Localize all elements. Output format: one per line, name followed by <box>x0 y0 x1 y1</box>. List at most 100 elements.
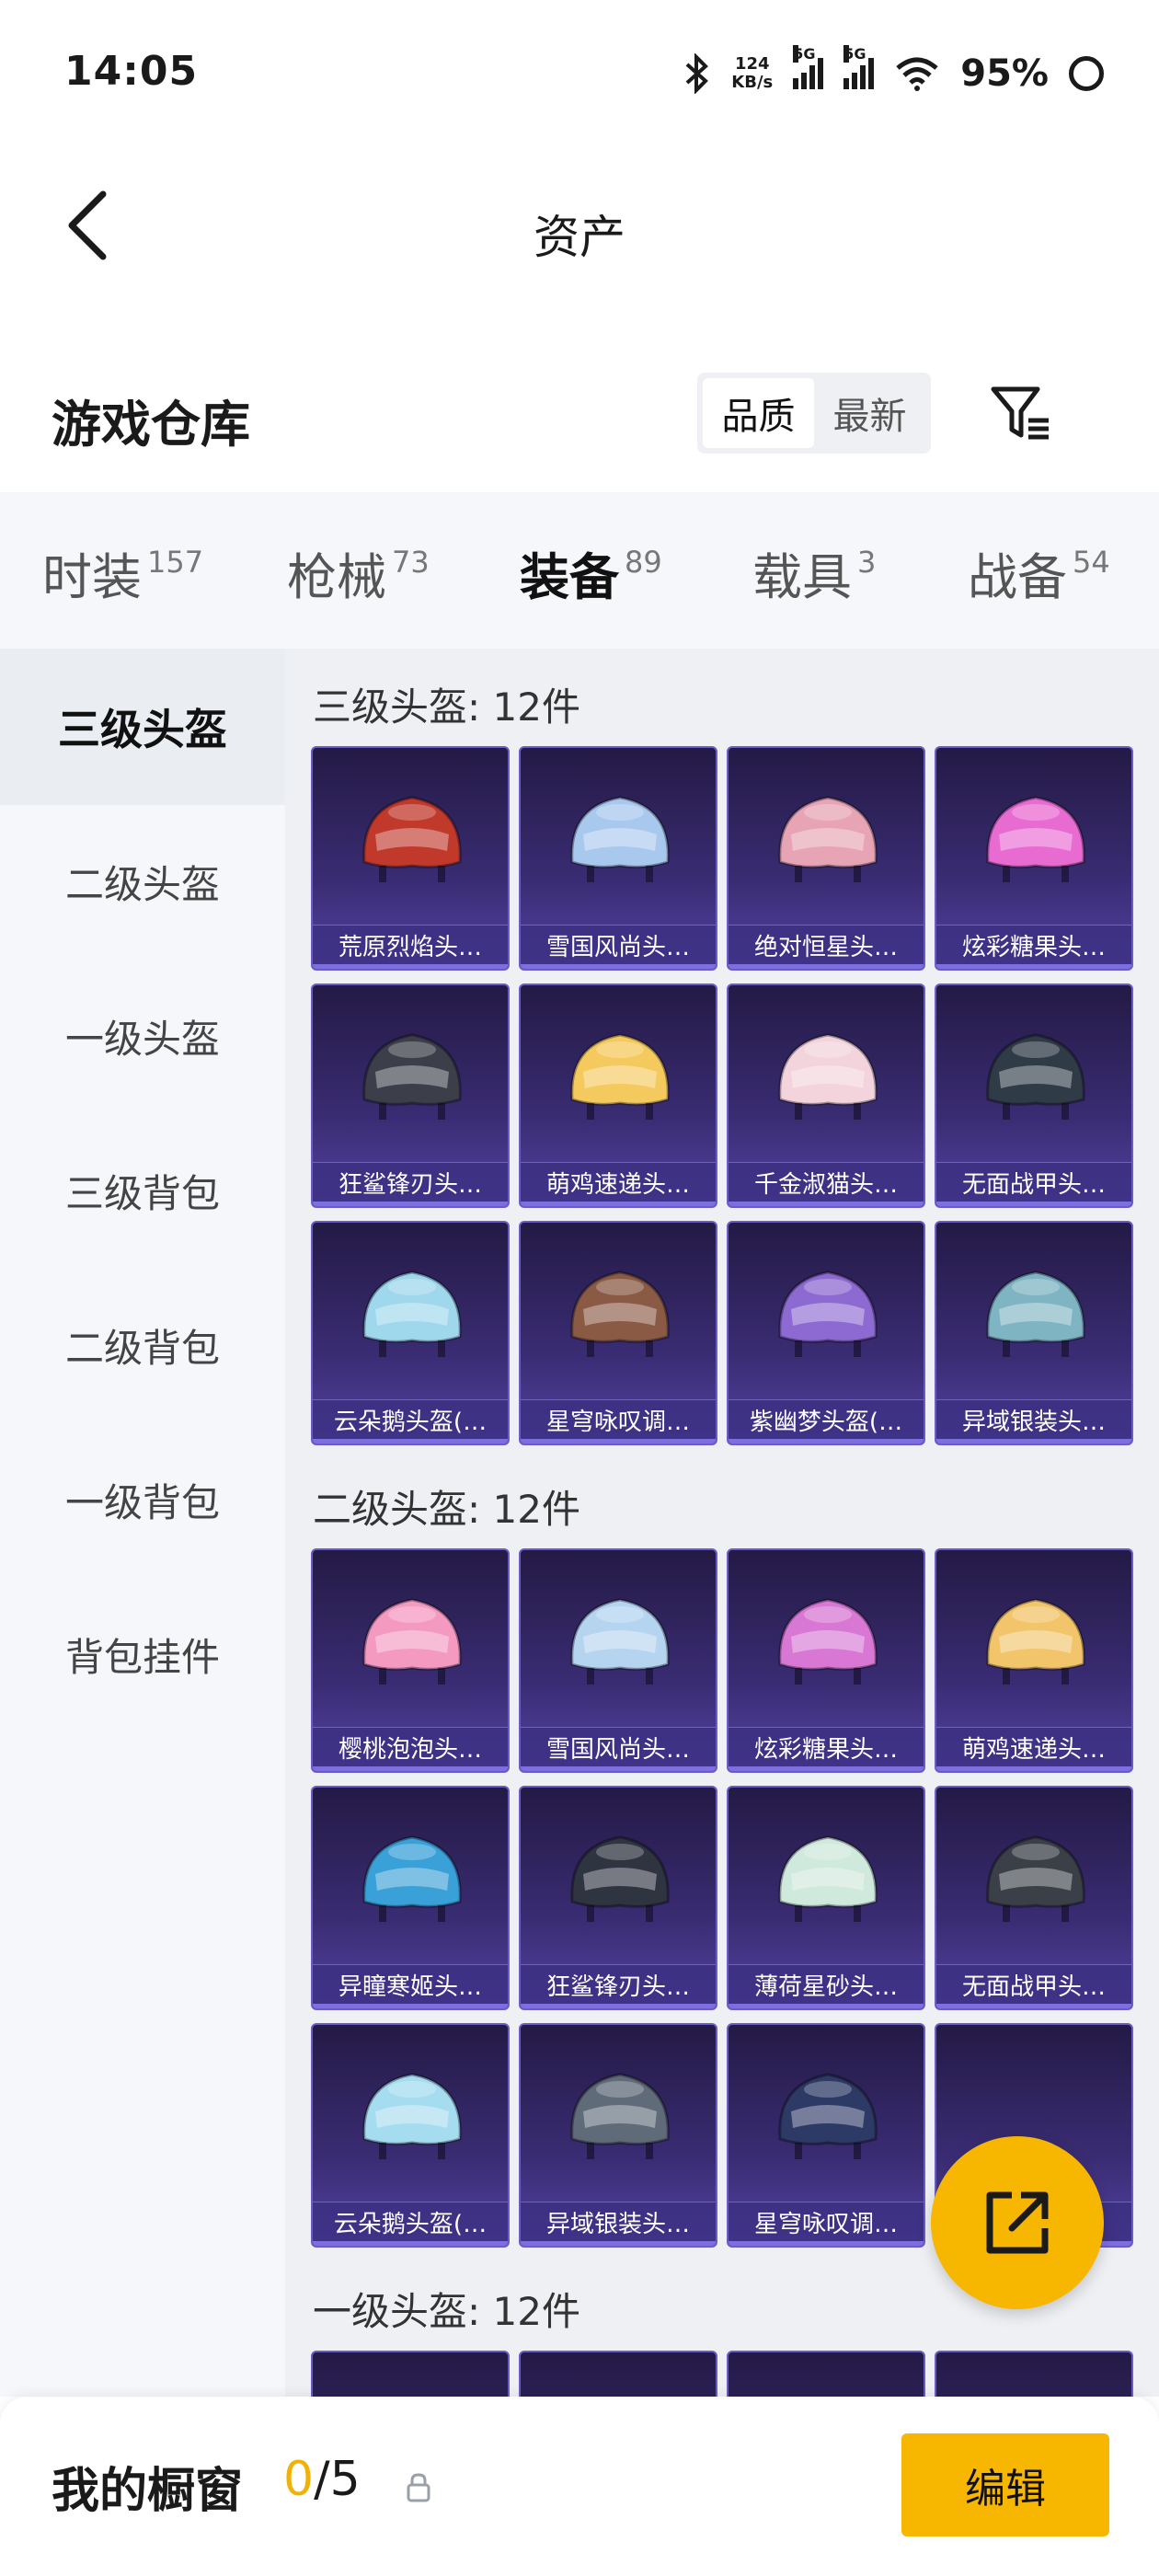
showcase-count-current: 0 <box>283 2452 315 2507</box>
helmet-icon <box>570 1598 670 1685</box>
item-card[interactable]: 炫彩糖果头… <box>935 746 1133 971</box>
subcategory-sidebar: 三级头盔 二级头盔 一级头盔 三级背包 二级背包 一级背包 背包挂件 <box>0 649 285 2397</box>
item-card[interactable]: 异域银装头… <box>519 2023 717 2248</box>
item-name: 云朵鹅头盔(… <box>313 1399 508 1443</box>
helmet-icon <box>986 1033 1085 1120</box>
nav-bar: 资产 <box>0 166 1159 285</box>
item-name: 炫彩糖果头… <box>936 925 1131 969</box>
item-name: 星穹咏叹调… <box>729 2202 924 2246</box>
speed-value: 124 <box>734 54 770 74</box>
helmet-icon <box>986 1598 1085 1685</box>
item-name: 狂鲨锋刃头… <box>313 1162 508 1206</box>
helmet-icon <box>778 2073 878 2159</box>
section-title: 三级头盔: 12件 <box>313 684 580 730</box>
item-card[interactable]: 樱桃泡泡头… <box>311 1548 510 1773</box>
item-name: 雪国风尚头… <box>521 1727 716 1771</box>
item-card[interactable]: 无面战甲头… <box>935 983 1133 1208</box>
item-card[interactable]: 绝对恒星头… <box>727 746 925 971</box>
lock-icon <box>407 2473 430 2502</box>
rarity-stripe <box>521 2241 716 2246</box>
sidebar-item-level3-helmet[interactable]: 三级头盔 <box>0 649 285 805</box>
item-card[interactable]: 荒原烈焰头… <box>311 746 510 971</box>
tab-label: 载具 <box>752 548 852 606</box>
item-card[interactable] <box>727 2351 925 2397</box>
sort-latest-button[interactable]: 最新 <box>814 378 925 448</box>
sidebar-item-level1-backpack[interactable]: 一级背包 <box>0 1421 285 1578</box>
section-title: 一级头盔: 12件 <box>313 2289 580 2334</box>
item-card[interactable]: 异域银装头… <box>935 1221 1133 1445</box>
category-tabs: 时装 157 枪械 73 装备 89 载具 3 战备 54 <box>0 492 1159 661</box>
item-card[interactable] <box>311 2351 510 2397</box>
item-card[interactable]: 萌鸡速递头… <box>519 983 717 1208</box>
status-bar: 14:05 124 KB/s 5G 5G 95% <box>0 0 1159 138</box>
speed-unit: KB/s <box>731 73 774 92</box>
tab-vehicles[interactable]: 载具 3 <box>752 536 876 609</box>
sidebar-item-level2-helmet[interactable]: 二级头盔 <box>0 803 285 960</box>
helmet-icon <box>778 796 878 882</box>
item-name: 萌鸡速递头… <box>936 1727 1131 1771</box>
item-card[interactable]: 雪国风尚头… <box>519 1548 717 1773</box>
showcase-bar: 我的橱窗 0/5 编辑 <box>0 2397 1159 2576</box>
sort-quality-button[interactable]: 品质 <box>703 378 814 448</box>
item-name: 樱桃泡泡头… <box>313 1727 508 1771</box>
rarity-stripe <box>313 1766 508 1771</box>
sidebar-item-level3-backpack[interactable]: 三级背包 <box>0 1112 285 1269</box>
rarity-stripe <box>729 2004 924 2008</box>
item-card[interactable]: 无面战甲头… <box>935 1786 1133 2010</box>
battery-ring-icon <box>1069 56 1104 91</box>
helmet-icon <box>362 1835 462 1922</box>
signal-icon: 5G <box>843 45 875 89</box>
warehouse-header: 游戏仓库 品质 最新 <box>0 363 1159 474</box>
helmet-icon <box>570 796 670 882</box>
item-card[interactable]: 星穹咏叹调… <box>727 2023 925 2248</box>
sidebar-item-level1-helmet[interactable]: 一级头盔 <box>0 958 285 1114</box>
filter-button[interactable] <box>984 376 1058 450</box>
section-heading: 游戏仓库 <box>52 396 250 454</box>
rarity-stripe <box>729 2241 924 2246</box>
helmet-icon <box>362 796 462 882</box>
rarity-stripe <box>521 1439 716 1443</box>
item-card[interactable]: 薄荷星砂头… <box>727 1786 925 2010</box>
tab-equipment[interactable]: 装备 89 <box>520 536 662 661</box>
item-card[interactable]: 紫幽梦头盔(… <box>727 1221 925 1445</box>
rarity-stripe <box>313 1202 508 1206</box>
rarity-stripe <box>936 1766 1131 1771</box>
tab-label: 装备 <box>520 548 619 606</box>
helmet-icon <box>362 1033 462 1120</box>
item-card[interactable]: 异瞳寒姬头… <box>311 1786 510 2010</box>
helmet-icon <box>778 1271 878 1357</box>
item-card[interactable]: 炫彩糖果头… <box>727 1548 925 1773</box>
rarity-stripe <box>936 2004 1131 2008</box>
item-card[interactable]: 星穹咏叹调… <box>519 1221 717 1445</box>
tab-fashion[interactable]: 时装 157 <box>42 536 203 609</box>
item-name: 绝对恒星头… <box>729 925 924 969</box>
rarity-stripe <box>729 964 924 969</box>
item-card[interactable]: 狂鲨锋刃头… <box>311 983 510 1208</box>
tab-label: 时装 <box>42 548 142 606</box>
status-icons: 124 KB/s 5G 5G 95% <box>683 45 1104 99</box>
edit-button[interactable]: 编辑 <box>901 2433 1109 2536</box>
item-card[interactable]: 雪国风尚头… <box>519 746 717 971</box>
sidebar-item-backpack-charm[interactable]: 背包挂件 <box>0 1576 285 1732</box>
item-card[interactable] <box>935 2351 1133 2397</box>
item-name: 云朵鹅头盔(… <box>313 2202 508 2246</box>
item-card[interactable]: 萌鸡速递头… <box>935 1548 1133 1773</box>
tab-label: 战备 <box>968 548 1067 606</box>
helmet-icon <box>778 1835 878 1922</box>
item-name: 无面战甲头… <box>936 1162 1131 1206</box>
sidebar-item-level2-backpack[interactable]: 二级背包 <box>0 1267 285 1423</box>
tab-guns[interactable]: 枪械 73 <box>287 536 430 609</box>
item-card[interactable]: 云朵鹅头盔(… <box>311 2023 510 2248</box>
share-fab-button[interactable] <box>931 2136 1104 2309</box>
item-card[interactable]: 千金淑猫头… <box>727 983 925 1208</box>
helmet-icon <box>570 1033 670 1120</box>
item-card[interactable] <box>519 2351 717 2397</box>
showcase-count-total: /5 <box>314 2452 361 2507</box>
item-card[interactable]: 云朵鹅头盔(… <box>311 1221 510 1445</box>
tab-supplies[interactable]: 战备 54 <box>968 536 1110 609</box>
item-card[interactable]: 狂鲨锋刃头… <box>519 1786 717 2010</box>
helmet-icon <box>986 1271 1085 1357</box>
item-name: 薄荷星砂头… <box>729 1964 924 2008</box>
showcase-count: 0/5 <box>283 2452 361 2507</box>
item-name: 异瞳寒姬头… <box>313 1964 508 2008</box>
